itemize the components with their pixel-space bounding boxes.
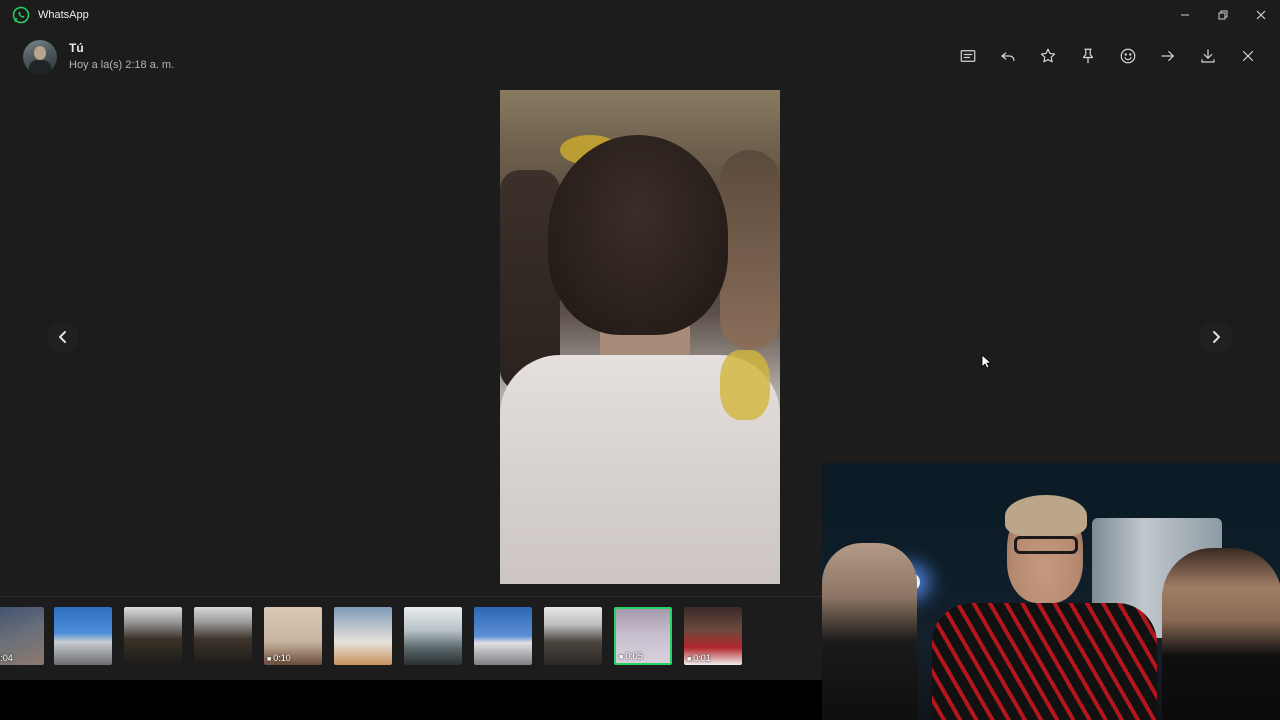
video-camera-icon: ■ xyxy=(619,654,626,661)
thumbnail-item[interactable] xyxy=(404,607,462,665)
thumbnail-duration: ■ 0:01 xyxy=(687,653,711,663)
avatar-body xyxy=(29,60,51,74)
next-media-button[interactable] xyxy=(1200,321,1232,353)
pin-icon xyxy=(1082,48,1094,64)
webcam-person-left xyxy=(822,543,917,720)
webcam-overlay xyxy=(822,463,1280,720)
caption-icon xyxy=(960,50,976,62)
star-icon xyxy=(1040,48,1056,63)
thumbnail-item[interactable] xyxy=(124,607,182,665)
chevron-left-icon xyxy=(59,331,66,343)
thumbnail-item[interactable] xyxy=(194,607,252,665)
close-viewer-icon xyxy=(1242,50,1254,62)
chevron-right-icon xyxy=(1213,331,1220,343)
thumbnail-item[interactable]: ■ 0:01 xyxy=(684,607,742,665)
thumbnail-item-selected[interactable]: ■ 0:05 xyxy=(614,607,672,665)
app-title: WhatsApp xyxy=(38,9,89,21)
download-button[interactable] xyxy=(1188,40,1228,72)
thumbnail-item[interactable] xyxy=(544,607,602,665)
download-icon xyxy=(1201,49,1215,63)
thumbnail-item[interactable] xyxy=(474,607,532,665)
thumbnail-duration: ■ 0:10 xyxy=(267,653,291,663)
close-viewer-button[interactable] xyxy=(1228,40,1268,72)
viewer-toolbar xyxy=(948,40,1268,72)
webcam-person-glasses xyxy=(1014,536,1078,554)
reply-icon xyxy=(1001,52,1015,62)
message-timestamp: Hoy a la(s) 2:18 a. m. xyxy=(69,59,175,71)
window-controls xyxy=(1166,0,1280,30)
forward-button[interactable] xyxy=(1148,40,1188,72)
title-bar: WhatsApp xyxy=(0,0,1280,30)
avatar-face xyxy=(34,46,46,60)
video-camera-icon: ■ xyxy=(267,656,274,663)
thumbnail-duration: ■ 0:04 xyxy=(0,653,13,663)
thumbnail-item[interactable]: ■ 0:10 xyxy=(264,607,322,665)
media-background-right xyxy=(720,150,780,350)
thumbnail-duration: ■ 0:05 xyxy=(619,651,643,661)
thumbnail-item[interactable]: ■ 0:04 xyxy=(0,607,44,665)
restore-icon[interactable] xyxy=(1204,0,1242,30)
webcam-person-center-shirt xyxy=(932,603,1157,720)
media-yellow-shape-2 xyxy=(720,350,770,420)
forward-icon xyxy=(1161,50,1174,62)
thumbnail-strip: ■ 0:04 ■ 0:10 ■ 0:05 ■ 0:01 xyxy=(0,596,822,678)
pin-button[interactable] xyxy=(1068,40,1108,72)
webcam-person-center-hair xyxy=(1005,495,1087,537)
close-icon[interactable] xyxy=(1242,0,1280,30)
webcam-person-right xyxy=(1162,548,1280,720)
react-button[interactable] xyxy=(1108,40,1148,72)
media-head xyxy=(548,135,728,335)
media-video-frame[interactable] xyxy=(500,90,780,584)
whatsapp-logo-icon xyxy=(12,6,30,24)
media-viewer-header: Tú Hoy a la(s) 2:18 a. m. xyxy=(0,30,1280,86)
caption-button[interactable] xyxy=(948,40,988,72)
sender-name: Tú xyxy=(69,41,84,55)
minimize-icon[interactable] xyxy=(1166,0,1204,30)
video-camera-icon: ■ xyxy=(687,656,694,663)
avatar[interactable] xyxy=(23,40,57,74)
thumbnail-item[interactable] xyxy=(54,607,112,665)
thumbnail-item[interactable] xyxy=(334,607,392,665)
bottom-bar xyxy=(0,680,822,720)
star-button[interactable] xyxy=(1028,40,1068,72)
emoji-icon xyxy=(1120,48,1136,64)
reply-button[interactable] xyxy=(988,40,1028,72)
previous-media-button[interactable] xyxy=(47,321,79,353)
